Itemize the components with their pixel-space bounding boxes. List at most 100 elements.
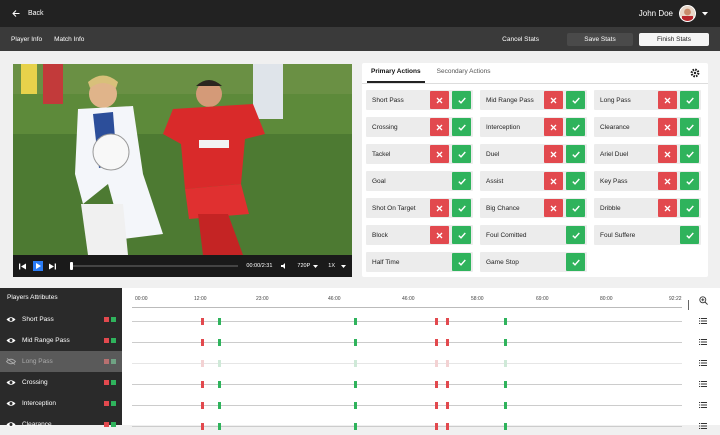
- confirm-button[interactable]: [566, 253, 585, 271]
- event-marker[interactable]: [353, 318, 357, 325]
- reject-button[interactable]: [544, 172, 563, 190]
- event-marker[interactable]: [504, 423, 508, 430]
- cancel-stats-button[interactable]: Cancel Stats: [502, 36, 539, 43]
- event-marker[interactable]: [434, 318, 438, 325]
- volume-icon[interactable]: [281, 263, 288, 269]
- event-marker[interactable]: [218, 360, 222, 367]
- eye-icon[interactable]: [6, 316, 16, 323]
- reject-button[interactable]: [430, 199, 449, 217]
- confirm-button[interactable]: [452, 199, 471, 217]
- event-marker[interactable]: [504, 318, 508, 325]
- event-marker[interactable]: [504, 360, 508, 367]
- eye-icon[interactable]: [6, 400, 16, 407]
- tab-primary-actions[interactable]: Primary Actions: [367, 62, 425, 83]
- reject-button[interactable]: [544, 199, 563, 217]
- tab-secondary-actions[interactable]: Secondary Actions: [433, 62, 495, 83]
- reject-button[interactable]: [544, 91, 563, 109]
- event-marker[interactable]: [353, 423, 357, 430]
- event-marker[interactable]: [218, 423, 222, 430]
- list-menu-icon[interactable]: [699, 360, 707, 366]
- event-marker[interactable]: [504, 402, 508, 409]
- list-menu-icon[interactable]: [699, 381, 707, 387]
- reject-button[interactable]: [544, 145, 563, 163]
- zoom-in-icon[interactable]: [699, 296, 708, 305]
- list-menu-icon[interactable]: [699, 423, 707, 429]
- attribute-row[interactable]: Mid Range Pass: [0, 330, 122, 351]
- reject-button[interactable]: [658, 199, 677, 217]
- reject-button[interactable]: [430, 118, 449, 136]
- event-marker[interactable]: [353, 402, 357, 409]
- play-button[interactable]: [33, 261, 43, 271]
- confirm-button[interactable]: [566, 199, 585, 217]
- save-stats-button[interactable]: Save Stats: [567, 32, 633, 46]
- confirm-button[interactable]: [680, 91, 699, 109]
- confirm-button[interactable]: [452, 145, 471, 163]
- eye-icon[interactable]: [6, 337, 16, 344]
- list-menu-icon[interactable]: [699, 339, 707, 345]
- skip-forward-icon[interactable]: [49, 263, 56, 270]
- event-marker[interactable]: [353, 339, 357, 346]
- confirm-button[interactable]: [680, 199, 699, 217]
- event-marker[interactable]: [218, 381, 222, 388]
- event-marker[interactable]: [446, 360, 450, 367]
- tab-player-info[interactable]: Player Info: [11, 36, 42, 43]
- event-marker[interactable]: [218, 339, 222, 346]
- confirm-button[interactable]: [680, 172, 699, 190]
- confirm-button[interactable]: [680, 145, 699, 163]
- event-marker[interactable]: [446, 318, 450, 325]
- finish-stats-button[interactable]: Finish Stats: [639, 32, 709, 46]
- event-marker[interactable]: [434, 360, 438, 367]
- event-marker[interactable]: [504, 381, 508, 388]
- list-menu-icon[interactable]: [699, 402, 707, 408]
- list-menu-icon[interactable]: [699, 318, 707, 324]
- gear-icon[interactable]: [690, 68, 700, 78]
- video-player[interactable]: [13, 64, 352, 277]
- confirm-button[interactable]: [452, 118, 471, 136]
- event-marker[interactable]: [434, 402, 438, 409]
- confirm-button[interactable]: [452, 91, 471, 109]
- event-marker[interactable]: [353, 381, 357, 388]
- event-marker[interactable]: [446, 381, 450, 388]
- event-marker[interactable]: [200, 339, 204, 346]
- reject-button[interactable]: [658, 172, 677, 190]
- event-marker[interactable]: [446, 339, 450, 346]
- event-marker[interactable]: [200, 402, 204, 409]
- video-progress-track[interactable]: [70, 262, 239, 270]
- eye-icon[interactable]: [6, 379, 16, 386]
- attribute-row[interactable]: Long Pass: [0, 351, 122, 372]
- confirm-button[interactable]: [452, 226, 471, 244]
- event-marker[interactable]: [200, 360, 204, 367]
- reject-button[interactable]: [658, 91, 677, 109]
- attribute-row[interactable]: Short Pass: [0, 309, 122, 330]
- skip-back-icon[interactable]: [19, 263, 26, 270]
- confirm-button[interactable]: [566, 118, 585, 136]
- event-marker[interactable]: [504, 339, 508, 346]
- event-marker[interactable]: [200, 381, 204, 388]
- reject-button[interactable]: [658, 118, 677, 136]
- progress-handle[interactable]: [70, 262, 73, 270]
- event-marker[interactable]: [446, 402, 450, 409]
- reject-button[interactable]: [430, 145, 449, 163]
- confirm-button[interactable]: [566, 145, 585, 163]
- event-marker[interactable]: [218, 402, 222, 409]
- confirm-button[interactable]: [680, 118, 699, 136]
- eye-off-icon[interactable]: [6, 358, 16, 365]
- user-menu[interactable]: John Doe: [639, 5, 708, 22]
- confirm-button[interactable]: [680, 226, 699, 244]
- timeline-cursor[interactable]: [688, 300, 689, 310]
- confirm-button[interactable]: [566, 91, 585, 109]
- reject-button[interactable]: [430, 226, 449, 244]
- back-button[interactable]: Back: [12, 10, 44, 17]
- event-marker[interactable]: [200, 423, 204, 430]
- event-marker[interactable]: [446, 423, 450, 430]
- quality-select[interactable]: 720P: [297, 263, 310, 269]
- confirm-button[interactable]: [566, 172, 585, 190]
- confirm-button[interactable]: [566, 226, 585, 244]
- event-marker[interactable]: [434, 339, 438, 346]
- event-marker[interactable]: [353, 360, 357, 367]
- reject-button[interactable]: [658, 145, 677, 163]
- attribute-row[interactable]: Interception: [0, 393, 122, 414]
- speed-select[interactable]: 1X: [328, 263, 335, 269]
- tab-match-info[interactable]: Match Info: [54, 36, 84, 43]
- confirm-button[interactable]: [452, 172, 471, 190]
